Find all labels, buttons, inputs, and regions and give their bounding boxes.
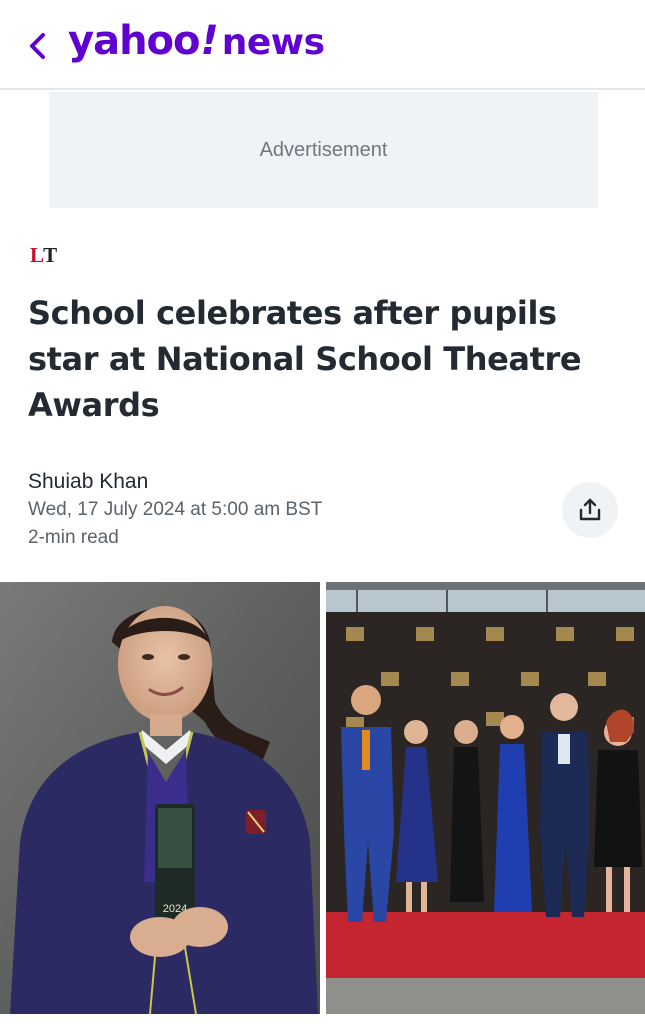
article-read-time: 2-min read [28,527,119,548]
publisher-logo-t: T [43,243,59,267]
publisher-logo-l: L [30,243,44,267]
article-photo-pupil-with-award[interactable]: 2024 [0,582,320,1014]
share-button[interactable] [562,482,618,538]
article-title: School celebrates after pupils star at N… [28,294,582,424]
logo-bang-text: ! [200,18,219,64]
article-photo-group-red-carpet[interactable] [326,582,645,1014]
article-date: Wed, 17 July 2024 at 5:00 am BST [28,499,323,520]
publisher-logo[interactable]: LT [30,243,58,268]
advertisement-slot[interactable]: Advertisement [49,92,598,208]
yahoo-news-logo[interactable]: yahoo! news [68,18,325,72]
article-author[interactable]: Shuiab Khan [28,470,148,494]
logo-yahoo-text: yahoo [68,18,201,64]
share-icon [579,498,601,521]
chevron-left-icon [30,33,45,59]
back-button[interactable] [22,26,54,66]
advertisement-label: Advertisement [259,138,388,161]
logo-news-text: news [221,22,325,63]
app-header: yahoo! news [0,0,645,90]
